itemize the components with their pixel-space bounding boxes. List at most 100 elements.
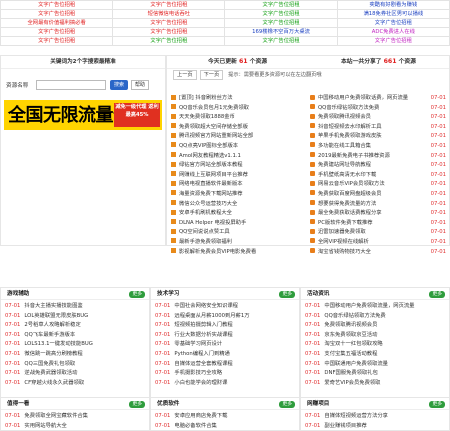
more-button[interactable]: 更多 (129, 290, 145, 298)
ad-link[interactable]: 169楼橡不空百万大桌流 (224, 27, 338, 37)
list-item[interactable]: DLNA Helper 电视投屏助手 (166, 219, 306, 229)
list-item[interactable]: QQ音乐绿钻领取方法免费 07-01 (306, 104, 450, 114)
list-item[interactable]: 网赚线上互联网项目平台推荐 (166, 171, 306, 181)
list-item[interactable]: 07-01 QQ音乐绿钻领取方法免费 (305, 312, 449, 322)
list-item[interactable]: QQ空间说说点赞工具 (166, 228, 306, 238)
ad-link[interactable]: 文字广告位招租 (112, 36, 226, 46)
list-item[interactable]: 免费领取超大空间存储全部版 (166, 123, 306, 133)
list-item[interactable]: 07-01 远程桌面从月薪1000到月薪1万 (155, 312, 299, 322)
list-item[interactable]: 07-01 LOL英雄联盟无限皮肤BUG (5, 312, 149, 322)
list-item[interactable]: 07-01 Python编程入门到精通 (155, 350, 299, 360)
list-item[interactable]: 07-01 抖音大主播实播技能图鉴 (5, 302, 149, 312)
list-item[interactable]: 影视解析免费会员VIP电影免费看 (166, 248, 306, 258)
list-item[interactable]: 最新手游免费领取福利 (166, 238, 306, 248)
ad-link[interactable]: ADC免费进人在线 (336, 27, 450, 37)
list-item[interactable]: 07-01 行业大数据分析实战课程 (155, 331, 299, 341)
list-item[interactable]: 微信公众号运营技巧大全 (166, 200, 306, 210)
more-button[interactable]: 更多 (279, 290, 295, 298)
list-item[interactable]: 天天免费领取1888金币 (166, 113, 306, 123)
list-item[interactable]: 苹果手机免费领取游戏皮肤 07-01 (306, 132, 450, 142)
list-item[interactable]: 07-01 爱奇艺VIP会员免费领取 (305, 379, 449, 389)
list-item[interactable]: 2019最新免费电子书推荐资源 07-01 (306, 152, 450, 162)
list-item[interactable]: 淘宝省钱购物技巧大全 07-01 (306, 248, 450, 258)
list-item[interactable]: 全网VIP视频在线解析 07-01 (306, 238, 450, 248)
list-item[interactable]: [置顶] 抖音刷粉丝方法 (166, 94, 306, 104)
list-item[interactable]: 安卓手机刷机教程大全 (166, 209, 306, 219)
list-item[interactable]: 07-01 小白也能学会的理财课 (155, 379, 299, 389)
list-item[interactable]: 免费领取腾讯视频会员 07-01 (306, 113, 450, 123)
list-item[interactable]: 07-01 中国社会网络安全知识课程 (155, 302, 299, 312)
list-item[interactable]: 绿钻官方网站全部版本教程 (166, 161, 306, 171)
next-page-button[interactable]: 下一页 (199, 69, 224, 80)
list-item[interactable]: 07-01 2号稻草人攻略解析稳定 (5, 321, 149, 331)
list-item[interactable]: 07-01 支付宝集五福活动教程 (305, 350, 449, 360)
ad-link[interactable]: 文字广告位招租 (112, 18, 226, 28)
list-item[interactable]: Amol网友教程精选v1.1.1 (166, 152, 306, 162)
list-item-title: 影视解析免费会员VIP电影免费看 (179, 248, 257, 255)
list-item[interactable]: QQ音乐会员包月1元免费领取 (166, 104, 306, 114)
ad-link[interactable]: 文字广告位招租 (224, 18, 338, 28)
search-input[interactable] (36, 80, 106, 90)
list-item[interactable]: 07-01 京东免费领取京豆活动 (305, 331, 449, 341)
list-item[interactable]: 07-01 电脑必备软件合集 (155, 422, 299, 430)
ad-link[interactable]: 文字广告位招租 (0, 9, 114, 19)
more-button[interactable]: 更多 (129, 400, 145, 408)
ad-link[interactable]: 文字广告位招租 (224, 0, 338, 10)
ad-link[interactable]: 文字广告位招租 (336, 36, 450, 46)
list-item[interactable]: 网络电视直播软件最新版本 (166, 180, 306, 190)
list-item[interactable]: 07-01 QQ飞车最新手游版本 (5, 331, 149, 341)
ad-link[interactable]: 短信微信电话吞吐 (112, 9, 226, 19)
list-item[interactable]: 免费获取百度网盘超级会员 07-01 (306, 190, 450, 200)
list-item[interactable]: 腾讯视频官方网站重新网站全部 (166, 132, 306, 142)
ad-link[interactable]: 文字广告位招租 (0, 27, 114, 37)
list-item[interactable]: 迅雷加速器免费领取 07-01 (306, 228, 450, 238)
ad-link[interactable]: 全网最有价值福利搞必看 (0, 18, 114, 28)
list-item[interactable]: 抖音短视频去水印解析工具 07-01 (306, 123, 450, 133)
ad-link[interactable]: 文字广告位招租 (224, 9, 338, 19)
ad-link[interactable]: 文字广告位招租 (112, 0, 226, 10)
more-button[interactable]: 更多 (279, 400, 295, 408)
list-item[interactable]: 07-01 自媒体运营全套教程课程 (155, 360, 299, 370)
search-button[interactable]: 搜索 (110, 80, 128, 90)
list-item[interactable]: 07-01 淘宝双十一红包领取攻略 (305, 340, 449, 350)
list-item[interactable]: 多功能在线工具箱合集 07-01 (306, 142, 450, 152)
ad-link[interactable]: 文字广告位招租 (0, 36, 114, 46)
more-button[interactable]: 更多 (429, 400, 445, 408)
list-item[interactable]: 07-01 微信跳一跳高分刷榜教程 (5, 350, 149, 360)
list-item[interactable]: 07-01 逆战免费武器领取活动 (5, 369, 149, 379)
ad-link[interactable]: 文字广告位招租 (112, 27, 226, 37)
list-item[interactable]: 07-01 短视频拍摄剪辑入门教程 (155, 321, 299, 331)
list-item[interactable]: 网易云音乐VIP会员领取方法 07-01 (306, 180, 450, 190)
prev-page-button[interactable]: 上一页 (173, 69, 197, 80)
more-button[interactable]: 更多 (429, 290, 445, 298)
list-item[interactable]: 07-01 免费领取全网宝藏软件合集 (5, 412, 149, 422)
list-item[interactable]: 最全免费获取话费教程分享 07-01 (306, 209, 450, 219)
list-item[interactable]: 07-01 中国移动用户免费领取流量，网页流量 (305, 302, 449, 312)
list-item[interactable]: QQ点亮VIP图标全部版本 (166, 142, 306, 152)
list-item[interactable]: PC版软件免费下载推荐 07-01 (306, 219, 450, 229)
ad-link[interactable]: 奕酷有好剧看为赚钱 (336, 0, 450, 10)
list-item[interactable]: 中国移动用户免费领取话费，网页流量 07-01 (306, 94, 450, 104)
list-item[interactable]: 07-01 实用网站导航大全 (5, 422, 149, 430)
list-item[interactable]: 07-01 DNF国服免费领取礼包 (305, 369, 449, 379)
list-item[interactable]: 07-01 QQ三国免费礼包领取 (5, 360, 149, 370)
list-item[interactable]: 07-01 LOLS13.1一键发动技能BUG (5, 340, 149, 350)
ad-link[interactable]: 文字广告位招租 (336, 18, 450, 28)
list-item[interactable]: 想要获得免费流量的方法 07-01 (306, 200, 450, 210)
list-item[interactable]: 手机壁纸高清无水印下载 07-01 (306, 171, 450, 181)
list-item[interactable]: 07-01 副业赚钱项目推荐 (305, 422, 449, 430)
ad-link[interactable]: 文字广告位招租 (0, 0, 114, 10)
list-item[interactable]: 07-01 CF穿越火线永久武器领取 (5, 379, 149, 389)
ad-link[interactable]: 文字广告位招租 (224, 36, 338, 46)
list-item[interactable]: 07-01 安卓应用商店免费下载 (155, 412, 299, 422)
list-item[interactable]: 07-01 零基础学习网页设计 (155, 340, 299, 350)
list-item[interactable]: 07-01 自媒体短视频运营方法分享 (305, 412, 449, 422)
help-button[interactable]: 帮助 (131, 80, 150, 90)
ad-link[interactable]: 满18免券社区男可以播线 (336, 9, 450, 19)
list-item[interactable]: 07-01 中国联通用户免费领取流量 (305, 360, 449, 370)
list-item[interactable]: 海量资源免费下载网站推荐 (166, 190, 306, 200)
unlimited-data-banner[interactable]: 全国无限流量卡 减免一级代理 返利最高45% (4, 100, 162, 130)
list-item[interactable]: 07-01 免费领取腾讯视频会员 (305, 321, 449, 331)
list-item[interactable]: 07-01 手机摄影技巧全攻略 (155, 369, 299, 379)
list-item[interactable]: 免费建站网址导航教程 07-01 (306, 161, 450, 171)
